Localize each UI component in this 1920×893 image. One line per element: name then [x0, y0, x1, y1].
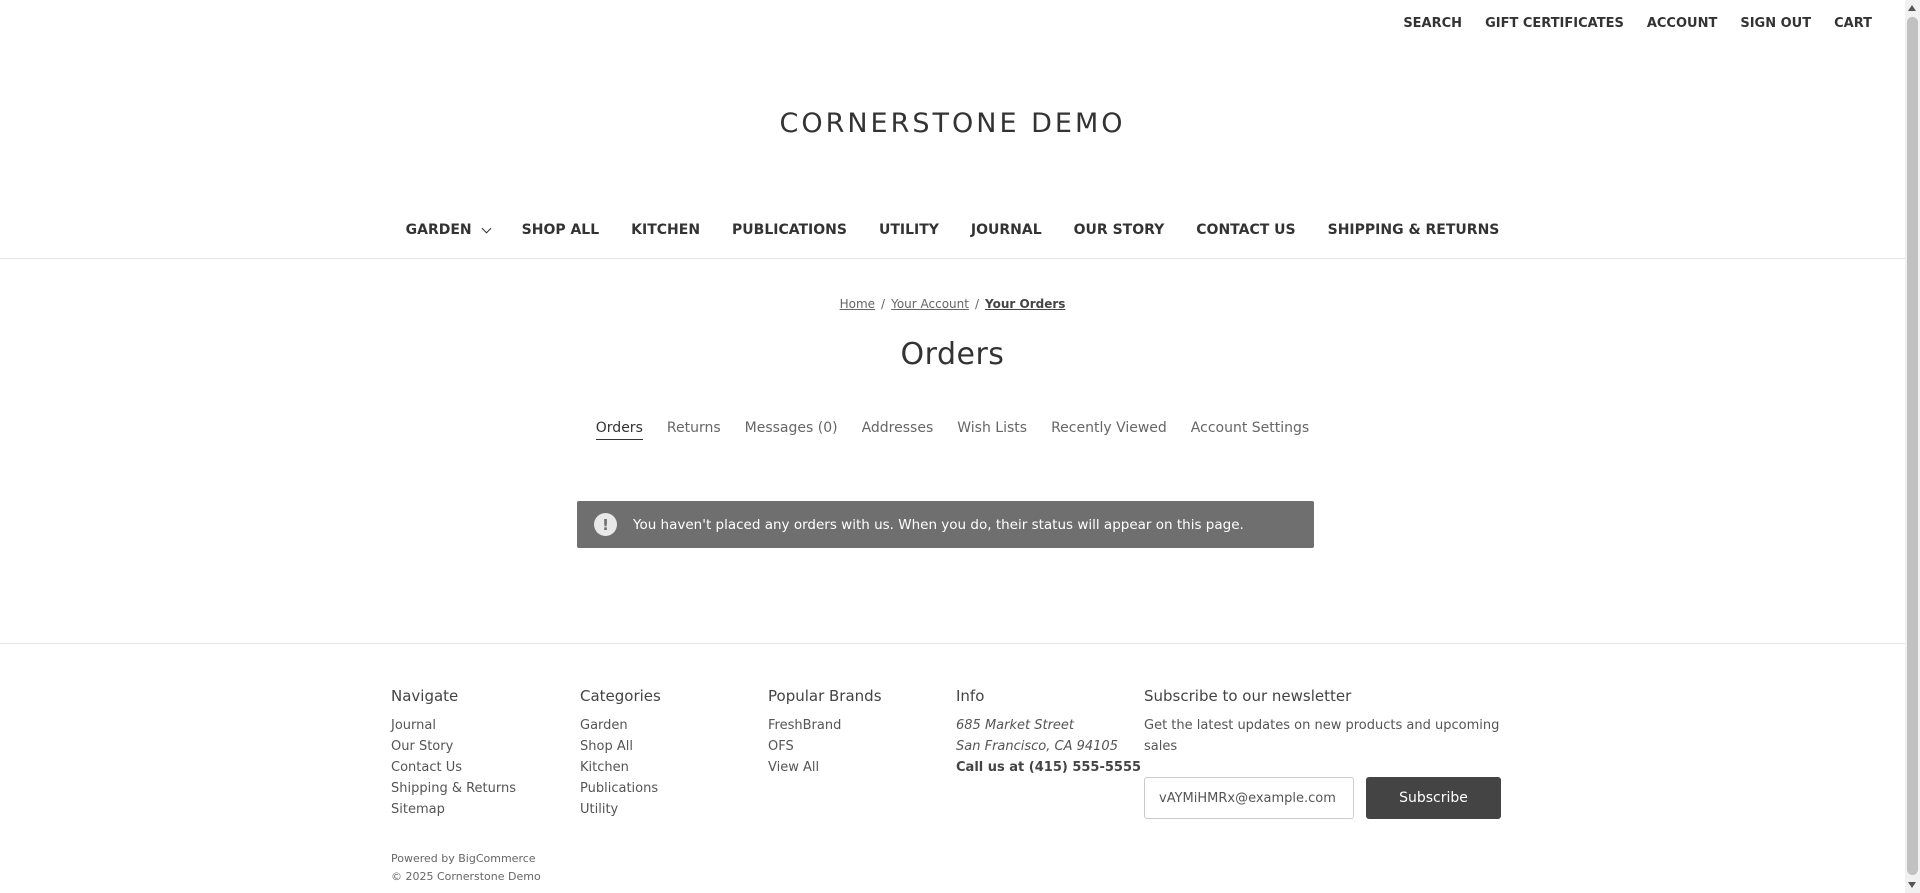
footer-divider [0, 643, 1905, 644]
main-nav-kitchen[interactable]: KITCHEN [631, 222, 700, 238]
newsletter-email-input[interactable] [1144, 777, 1354, 819]
footer-category-kitchen[interactable]: Kitchen [580, 760, 629, 775]
newsletter-heading: Subscribe to our newsletter [1144, 687, 1352, 705]
tab-messages[interactable]: Messages (0) [745, 420, 838, 440]
breadcrumb-separator: / [881, 297, 886, 311]
breadcrumb-current[interactable]: Your Orders [985, 297, 1065, 311]
alert-message: You haven't placed any orders with us. W… [633, 516, 1244, 533]
breadcrumb: Home / Your Account / Your Orders [0, 297, 1905, 311]
page: SEARCH GIFT CERTIFICATES ACCOUNT SIGN OU… [0, 0, 1905, 893]
newsletter-form: Subscribe [1144, 777, 1514, 819]
main-nav-publications[interactable]: PUBLICATIONS [732, 222, 847, 238]
footer-link-shipping-returns[interactable]: Shipping & Returns [391, 781, 516, 796]
page-title: Orders [900, 337, 1005, 372]
scroll-down-arrow-icon[interactable] [1908, 882, 1916, 888]
scroll-up-arrow-icon[interactable] [1908, 5, 1916, 11]
address-line-1: 685 Market Street [956, 718, 1075, 733]
scrollbar-thumb[interactable] [1907, 17, 1918, 875]
tab-account-settings[interactable]: Account Settings [1191, 420, 1309, 440]
top-nav-search-link[interactable]: SEARCH [1403, 16, 1462, 31]
tab-recently-viewed[interactable]: Recently Viewed [1051, 420, 1167, 440]
account-tabs: Orders Returns Messages (0) Addresses Wi… [0, 420, 1905, 440]
footer-link-our-story[interactable]: Our Story [391, 739, 453, 754]
footer-info-heading: Info [956, 687, 985, 705]
tab-orders[interactable]: Orders [595, 420, 643, 440]
footer-category-publications[interactable]: Publications [580, 781, 658, 796]
main-nav-shipping-returns[interactable]: SHIPPING & RETURNS [1328, 222, 1500, 238]
footer-link-contact-us[interactable]: Contact Us [391, 760, 462, 775]
top-nav-gift-certificates-link[interactable]: GIFT CERTIFICATES [1485, 16, 1624, 31]
main-nav-journal[interactable]: JOURNAL [971, 222, 1042, 238]
footer-brand-ofs[interactable]: OFS [768, 739, 794, 754]
top-nav-cart-link[interactable]: CART [1834, 16, 1872, 31]
footer-brands-heading: Popular Brands [768, 687, 882, 705]
store-address: 685 Market Street San Francisco, CA 9410… [956, 715, 1141, 757]
footer-navigate-heading: Navigate [391, 687, 459, 705]
tab-returns[interactable]: Returns [667, 420, 721, 440]
footer-info: Info 685 Market Street San Francisco, CA… [956, 687, 1141, 778]
top-utility-nav: SEARCH GIFT CERTIFICATES ACCOUNT SIGN OU… [1380, 16, 1872, 31]
tab-addresses[interactable]: Addresses [862, 420, 934, 440]
main-nav-utility[interactable]: UTILITY [879, 222, 939, 238]
footer-newsletter: Subscribe to our newsletter Get the late… [1144, 687, 1514, 819]
footer-navigate: Navigate Journal Our Story Contact Us Sh… [391, 687, 516, 820]
newsletter-description: Get the latest updates on new products a… [1144, 718, 1500, 754]
main-nav: GARDEN SHOP ALL KITCHEN PUBLICATIONS UTI… [0, 222, 1905, 238]
address-line-2: San Francisco, CA 94105 [956, 739, 1118, 754]
tab-wish-lists[interactable]: Wish Lists [957, 420, 1027, 440]
main-nav-our-story[interactable]: OUR STORY [1074, 222, 1165, 238]
footer-link-sitemap[interactable]: Sitemap [391, 802, 445, 817]
powered-by-text: Powered by BigCommerce [391, 852, 536, 865]
main-nav-shop-all[interactable]: SHOP ALL [522, 222, 600, 238]
footer-category-garden[interactable]: Garden [580, 718, 628, 733]
store-phone: Call us at (415) 555-5555 [956, 760, 1142, 775]
exclamation-icon: ! [594, 513, 617, 536]
footer-categories: Categories Garden Shop All Kitchen Publi… [580, 687, 661, 820]
footer-brand-view-all[interactable]: View All [768, 760, 819, 775]
footer-category-shop-all[interactable]: Shop All [580, 739, 633, 754]
top-nav-sign-out-link[interactable]: SIGN OUT [1740, 16, 1811, 31]
main-nav-contact-us[interactable]: CONTACT US [1196, 222, 1295, 238]
footer-categories-heading: Categories [580, 687, 661, 705]
footer-category-utility[interactable]: Utility [580, 802, 618, 817]
copyright-text: © 2025 Cornerstone Demo [391, 870, 541, 883]
vertical-scrollbar[interactable] [1905, 0, 1920, 893]
footer-link-journal[interactable]: Journal [391, 718, 436, 733]
main-nav-garden-label: GARDEN [405, 222, 472, 238]
footer-brands: Popular Brands FreshBrand OFS View All [768, 687, 882, 778]
top-nav-account-link[interactable]: ACCOUNT [1647, 16, 1718, 31]
footer-credits: Powered by BigCommerce © 2025 Cornerston… [391, 850, 541, 886]
nav-divider [0, 258, 1905, 259]
no-orders-alert: ! You haven't placed any orders with us.… [577, 501, 1314, 548]
breadcrumb-home[interactable]: Home [840, 297, 875, 311]
breadcrumb-account[interactable]: Your Account [891, 297, 969, 311]
chevron-down-icon [481, 223, 492, 233]
footer-brand-freshbrand[interactable]: FreshBrand [768, 718, 841, 733]
subscribe-button[interactable]: Subscribe [1366, 777, 1501, 819]
store-logo[interactable]: CORNERSTONE DEMO [0, 108, 1905, 139]
main-nav-garden[interactable]: GARDEN [405, 222, 492, 238]
breadcrumb-separator: / [974, 297, 980, 311]
